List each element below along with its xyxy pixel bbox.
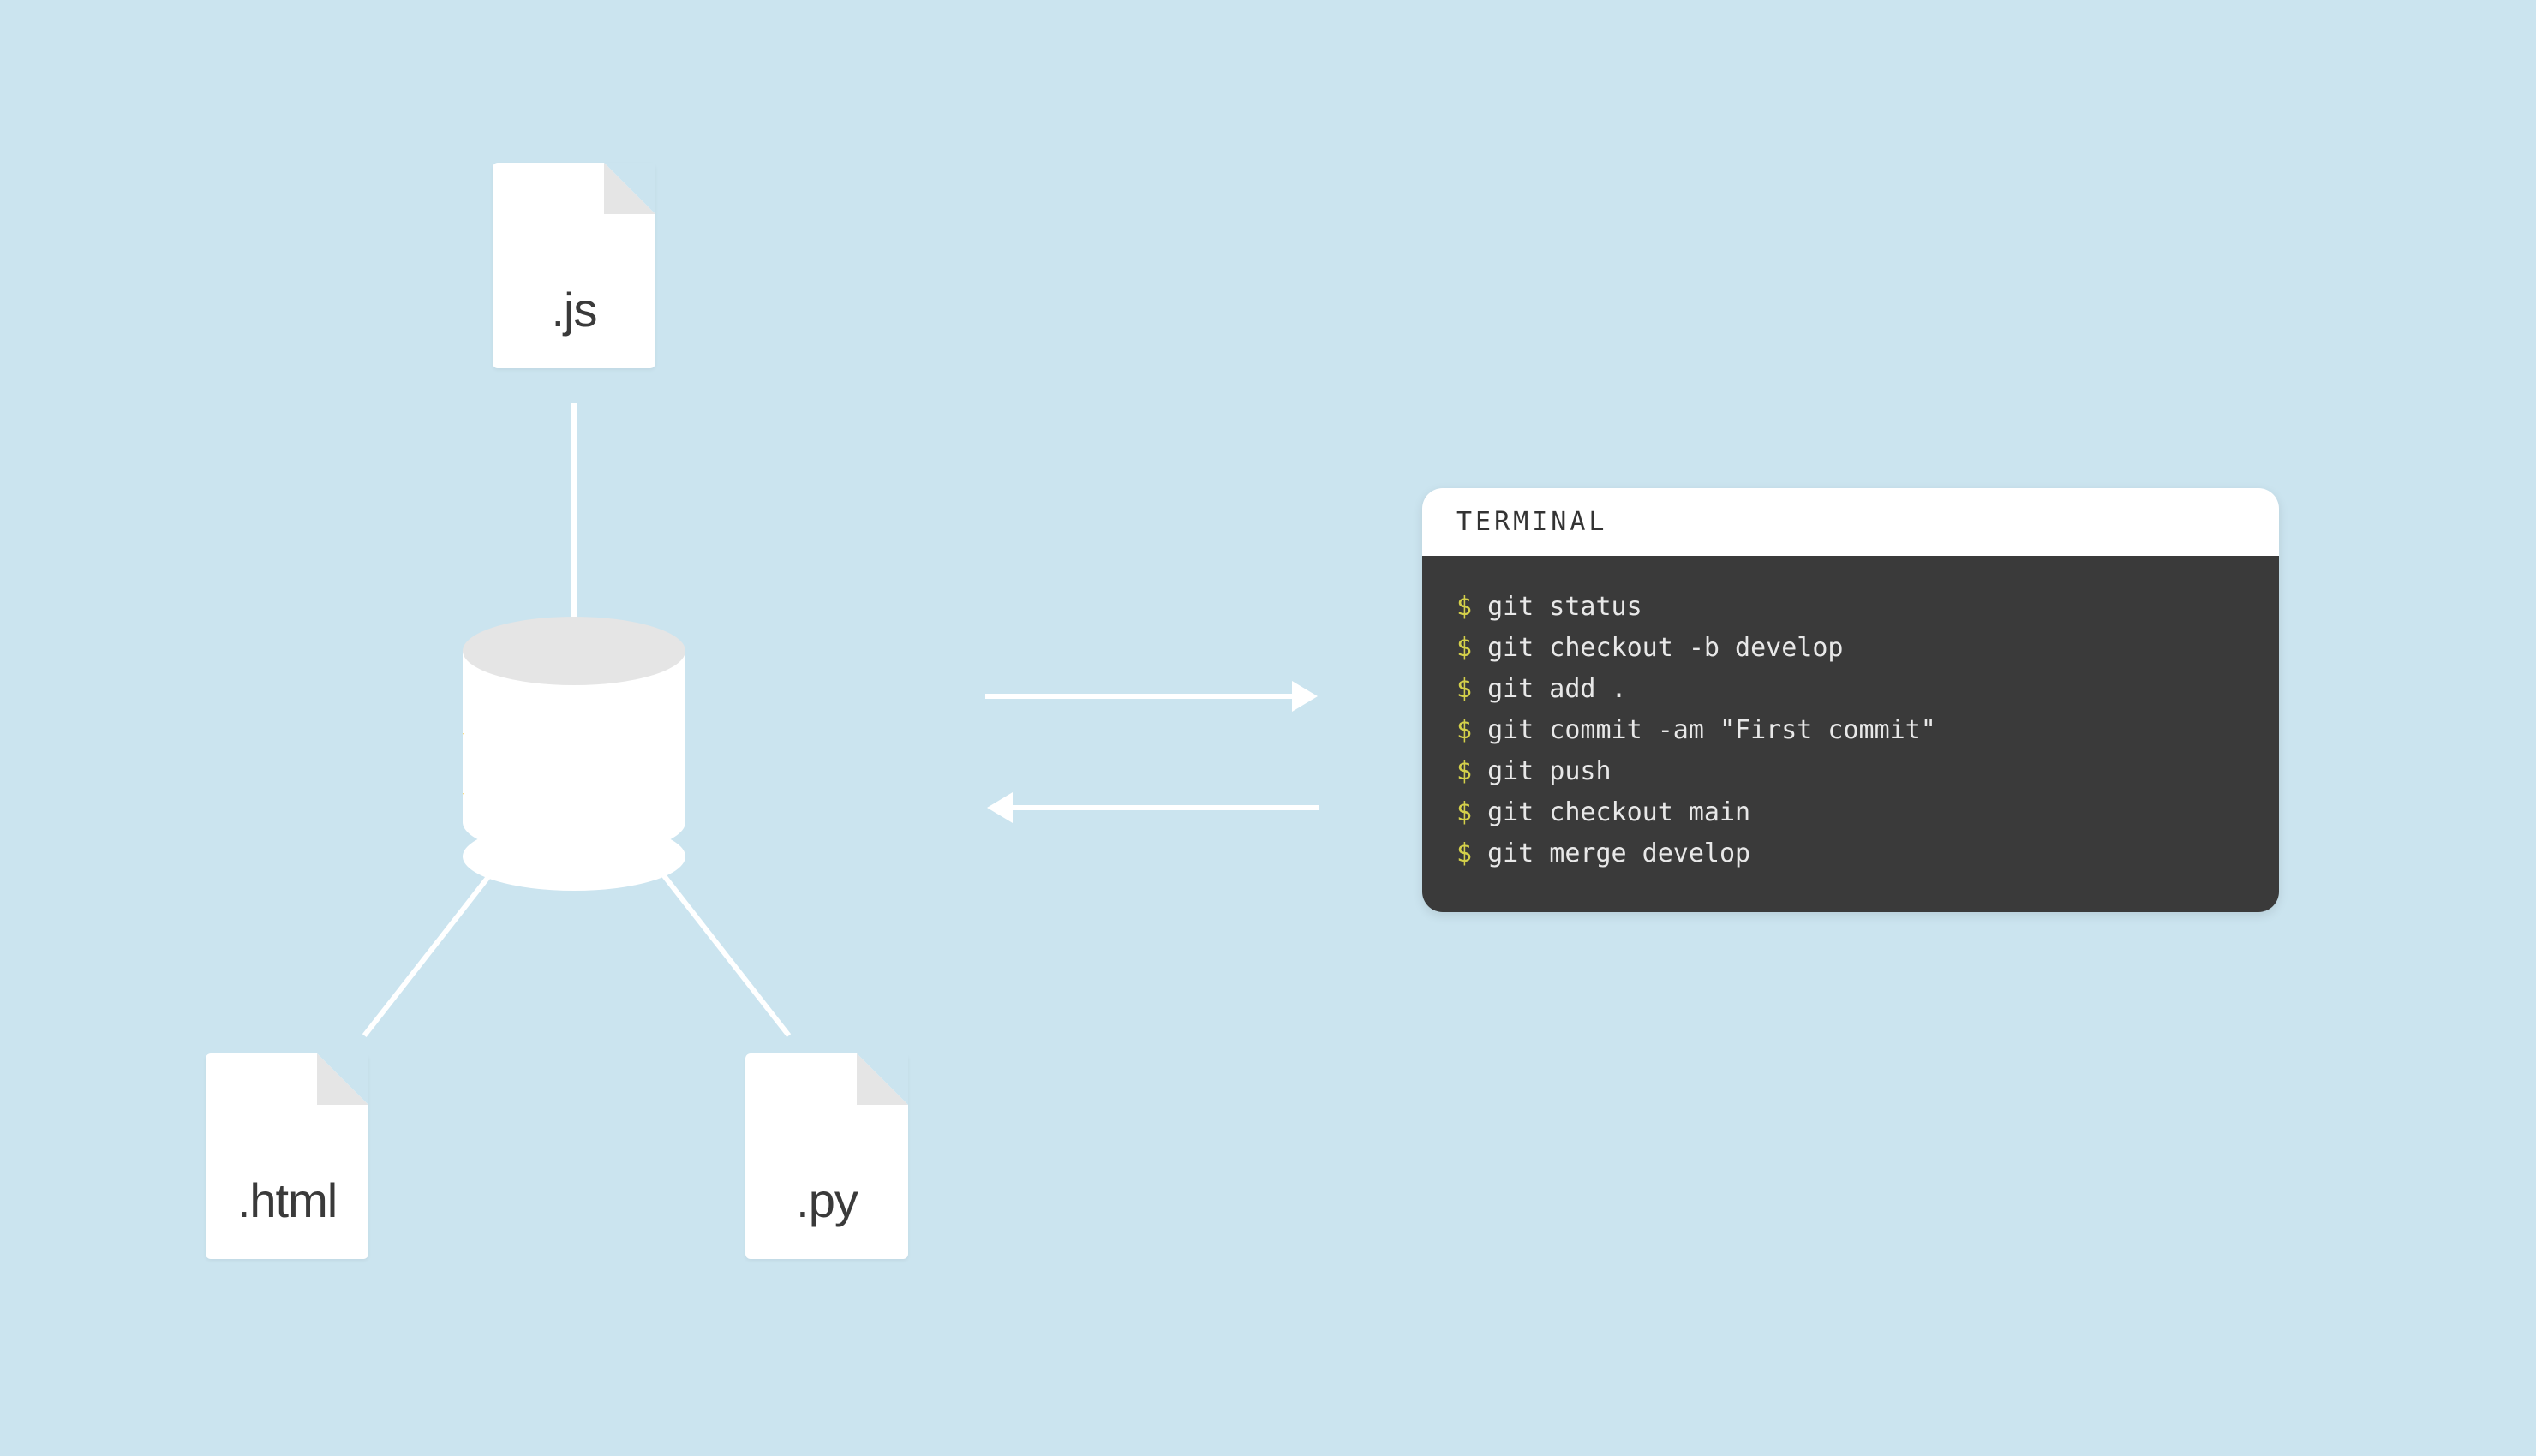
terminal-command: git merge develop [1487,833,1750,874]
terminal-command: git checkout -b develop [1487,628,1843,669]
terminal-line: $ git merge develop [1456,833,2245,874]
connector-bottom-left [362,872,493,1037]
terminal-command: git push [1487,751,1612,792]
arrow-right-icon [985,694,1294,699]
connector-bottom-right [661,872,791,1037]
terminal-line: $ git checkout -b develop [1456,628,2245,669]
terminal-line: $ git push [1456,751,2245,792]
terminal-line: $ git commit -am "First commit" [1456,710,2245,751]
terminal-prompt: $ [1456,669,1472,710]
file-js-icon: .js [493,163,655,368]
file-js-label: .js [552,282,597,337]
terminal-command: git commit -am "First commit" [1487,710,1936,751]
terminal-line: $ git add . [1456,669,2245,710]
terminal-line: $ git checkout main [1456,792,2245,833]
file-html-icon: .html [206,1053,368,1259]
file-py-icon: .py [745,1053,908,1259]
terminal-window: TERMINAL $ git status $ git checkout -b dev… [1422,488,2279,912]
file-html-label: .html [237,1173,337,1228]
terminal-prompt: $ [1456,833,1472,874]
terminal-prompt: $ [1456,628,1472,669]
file-py-label: .py [796,1173,858,1228]
terminal-prompt: $ [1456,751,1472,792]
terminal-body: $ git status $ git checkout -b develop $ git … [1422,556,2279,912]
terminal-command: git add . [1487,669,1627,710]
database-icon [463,617,685,856]
terminal-prompt: $ [1456,710,1472,751]
diagram-canvas: .js .html .py TERMINAL $ git status $ git c… [0,0,2536,1456]
terminal-command: git checkout main [1487,792,1750,833]
connector-top [571,403,577,617]
terminal-line: $ git status [1456,587,2245,628]
terminal-prompt: $ [1456,792,1472,833]
terminal-command: git status [1487,587,1642,628]
terminal-title: TERMINAL [1422,488,2279,556]
arrow-left-icon [1011,805,1319,810]
terminal-prompt: $ [1456,587,1472,628]
